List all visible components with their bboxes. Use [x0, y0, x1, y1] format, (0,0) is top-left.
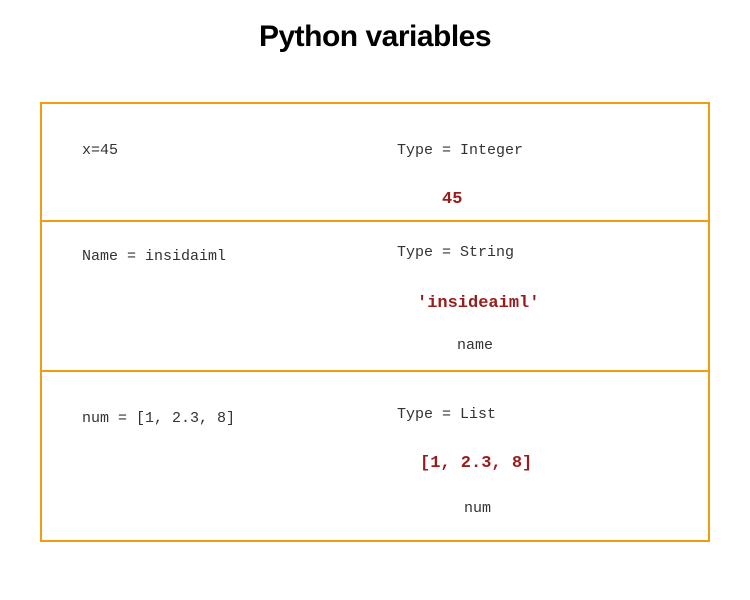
row-list: num = [1, 2.3, 8] Type = List [1, 2.3, 8…	[42, 372, 708, 540]
type-label: Type = Integer	[397, 142, 523, 159]
row-integer: x=45 Type = Integer 45	[42, 104, 708, 222]
code-assignment: Name = insidaiml	[82, 248, 226, 265]
type-label: Type = List	[397, 406, 496, 423]
variable-name-label: name	[457, 337, 493, 354]
variable-name-label: num	[464, 500, 491, 517]
code-assignment: num = [1, 2.3, 8]	[82, 410, 235, 427]
value-output: [1, 2.3, 8]	[420, 454, 532, 473]
code-assignment: x=45	[82, 142, 118, 159]
value-output: 'insideaiml'	[417, 294, 539, 313]
value-output: 45	[442, 190, 462, 209]
type-label: Type = String	[397, 244, 514, 261]
variables-box: x=45 Type = Integer 45 Name = insidaiml …	[40, 102, 710, 542]
row-string: Name = insidaiml Type = String 'insideai…	[42, 222, 708, 372]
page-title: Python variables	[0, 20, 750, 54]
